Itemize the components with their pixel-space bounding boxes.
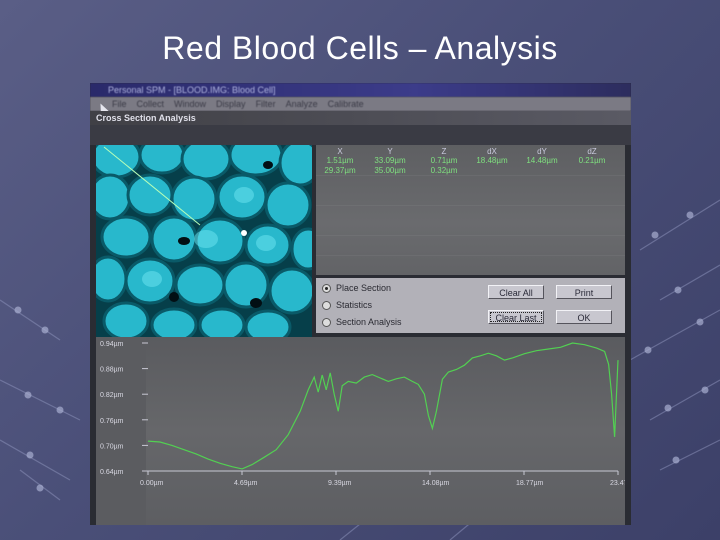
radio-unselected-icon	[322, 318, 331, 328]
readout-header-x: X	[337, 147, 343, 156]
readout-header-dy: dY	[537, 147, 547, 156]
measurement-readout: X Y Z dX dY dZ 1.51µm 33.09µm 0.71µm 18.…	[316, 145, 625, 275]
radio-unselected-icon	[322, 301, 331, 311]
ok-button[interactable]: OK	[556, 310, 612, 324]
section-controls: Place Section Statistics Section Analysi…	[316, 278, 625, 333]
readout-value: 33.09µm	[374, 156, 406, 165]
y-tick-label: 0.64µm	[100, 469, 124, 476]
blood-cell-image[interactable]	[96, 145, 312, 337]
clear-all-button[interactable]: Clear All	[488, 285, 544, 299]
blood-cell-micrograph	[96, 145, 312, 337]
x-tick-label: 4.69µm	[234, 480, 258, 487]
monitor-screenshot: Personal SPM - [BLOOD.IMG: Blood Cell] F…	[90, 83, 631, 525]
readout-value: 0.32µm	[430, 166, 458, 175]
menu-window[interactable]: Window	[174, 97, 206, 111]
radio-label: Section Analysis	[336, 317, 402, 327]
menu-display[interactable]: Display	[216, 97, 246, 111]
profile-series-line	[147, 342, 619, 470]
x-tick-label: 14.08µm	[422, 480, 450, 487]
readout-header-dx: dX	[487, 147, 497, 156]
slide-title: Red Blood Cells – Analysis	[162, 30, 558, 66]
clear-last-button[interactable]: Clear Last	[488, 310, 544, 324]
readout-value: 0.21µm	[578, 156, 606, 165]
cross-section-profile-plot: 0.94µm 0.88µm 0.82µm 0.76µm 0.70µm 0.64µm 0.00…	[96, 337, 625, 525]
menu-bar: File Collect Window Display Filter Analy…	[90, 97, 631, 111]
y-tick-label: 0.76µm	[100, 418, 124, 425]
panel-title: Cross Section Analysis	[90, 111, 631, 125]
radio-label: Statistics	[336, 300, 373, 310]
x-tick-label: 23.47µm	[610, 480, 625, 487]
radio-label: Place Section	[336, 283, 392, 293]
y-axis-strip	[96, 337, 146, 525]
readout-value: 18.48µm	[476, 156, 508, 165]
readout-value: 1.51µm	[326, 156, 354, 165]
readout-value: 35.00µm	[374, 166, 406, 175]
radio-section-analysis[interactable]: Section Analysis	[322, 315, 402, 329]
readout-value: 14.48µm	[526, 156, 558, 165]
x-tick-label: 0.00µm	[140, 480, 164, 487]
menu-collect[interactable]: Collect	[137, 97, 165, 111]
x-tick-label: 18.77µm	[516, 480, 544, 487]
panel-gap	[90, 125, 631, 145]
menu-analyze[interactable]: Analyze	[286, 97, 318, 111]
profile-chart: 0.94µm 0.88µm 0.82µm 0.76µm 0.70µm 0.64µm 0.00…	[96, 337, 625, 525]
y-tick-label: 0.94µm	[100, 341, 124, 348]
y-tick-label: 0.70µm	[100, 443, 124, 450]
menu-file[interactable]: File	[112, 97, 127, 111]
readout-header-y: Y	[387, 147, 393, 156]
readout-header-dz: dZ	[587, 147, 597, 156]
y-tick-label: 0.82µm	[100, 392, 124, 399]
print-button[interactable]: Print	[556, 285, 612, 299]
radio-place-section[interactable]: Place Section	[322, 281, 391, 295]
readout-value: 29.37µm	[324, 166, 356, 175]
readout-header-z: Z	[441, 147, 447, 156]
menu-calibrate[interactable]: Calibrate	[328, 97, 364, 111]
x-tick-label: 9.39µm	[328, 480, 352, 487]
readout-value: 0.71µm	[430, 156, 458, 165]
radio-selected-icon	[322, 284, 331, 294]
y-tick-label: 0.88µm	[100, 367, 124, 374]
window-titlebar: Personal SPM - [BLOOD.IMG: Blood Cell]	[90, 83, 631, 97]
menu-filter[interactable]: Filter	[256, 97, 276, 111]
radio-statistics[interactable]: Statistics	[322, 298, 372, 312]
